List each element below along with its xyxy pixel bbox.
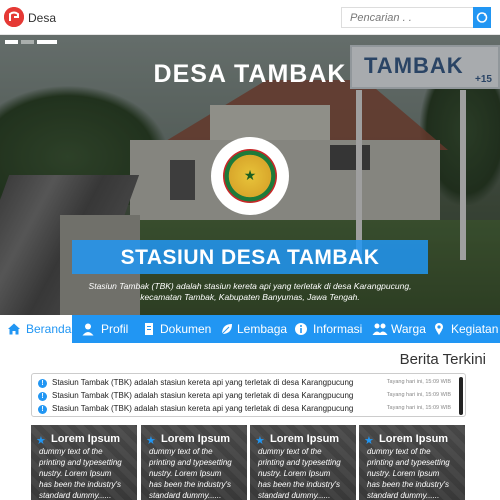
news-time: Tayang hari ini, 15:09 WIB — [386, 379, 451, 385]
top-bar: Desa — [0, 0, 500, 35]
nav-label: Dokumen — [160, 322, 212, 336]
main-nav: Beranda Profil Dokumen Lembaga Informasi… — [0, 315, 500, 343]
news-time: Tayang hari ini, 15:09 WIB — [386, 405, 451, 411]
nav-item-warga[interactable]: Warga — [366, 315, 426, 343]
hero-banner: TAMBAK +15 DESA TAMBAK ★ STASIUN DESA TA… — [0, 35, 500, 315]
article-card[interactable]: ★ Lorem Ipsum dummy text of the printing … — [359, 425, 465, 500]
nav-item-beranda[interactable]: Beranda — [0, 315, 72, 343]
article-card[interactable]: ★ Lorem Ipsum dummy text of the printing … — [250, 425, 356, 500]
nav-label: Beranda — [26, 322, 72, 336]
news-time: Tayang hari ini, 15:09 WIB — [386, 392, 451, 398]
slider-dot[interactable] — [37, 40, 57, 44]
card-title: Lorem Ipsum — [161, 433, 231, 445]
news-item[interactable]: ! Stasiun Tambak (TBK) adalah stasiun ke… — [32, 403, 457, 416]
refresh-icon — [476, 12, 488, 23]
card-excerpt: dummy text of the printing and typesettin… — [149, 447, 232, 500]
card-title: Lorem Ipsum — [270, 433, 340, 445]
nav-label: Warga — [391, 322, 426, 336]
news-list: ! Stasiun Tambak (TBK) adalah stasiun ke… — [31, 373, 466, 417]
nav-label: Kegiatan — [451, 322, 499, 336]
hero-caption-text: STASIUN DESA TAMBAK — [120, 246, 380, 269]
hero-title: DESA TAMBAK — [153, 60, 347, 88]
info-icon: ! — [38, 405, 47, 414]
info-icon: ! — [38, 392, 47, 401]
news-section-title: Berita Terkini — [399, 351, 486, 368]
info-icon: ! — [38, 379, 47, 388]
search-input[interactable] — [342, 8, 474, 27]
search-box — [341, 7, 491, 28]
village-emblem: ★ — [211, 137, 289, 215]
logo-icon[interactable] — [4, 7, 24, 27]
nav-item-profil[interactable]: Profil — [75, 315, 133, 343]
nav-label: Informasi — [313, 322, 363, 336]
news-item[interactable]: ! Stasiun Tambak (TBK) adalah stasiun ke… — [32, 390, 457, 403]
news-item[interactable]: ! Stasiun Tambak (TBK) adalah stasiun ke… — [32, 377, 457, 390]
nav-label: Lembaga — [237, 322, 288, 336]
home-icon — [8, 323, 20, 335]
slider-dot[interactable] — [21, 40, 34, 44]
user-icon — [82, 323, 94, 336]
hero-caption: STASIUN DESA TAMBAK — [72, 240, 428, 274]
news-text: Stasiun Tambak (TBK) adalah stasiun kere… — [52, 404, 354, 413]
pin-icon — [435, 323, 443, 335]
document-icon — [145, 323, 153, 335]
nav-item-kegiatan[interactable]: Kegiatan — [428, 315, 500, 343]
card-title: Lorem Ipsum — [51, 433, 121, 445]
hero-description-line: kecamatan Tambak, Kabupaten Banyumas, Ja… — [140, 292, 360, 302]
card-excerpt: dummy text of the printing and typesettin… — [39, 447, 122, 500]
emblem-icon: ★ — [223, 149, 277, 203]
nav-item-dokumen[interactable]: Dokumen — [136, 315, 212, 343]
nav-label: Profil — [101, 322, 129, 336]
info-icon — [295, 323, 307, 335]
article-card[interactable]: ★ Lorem Ipsum dummy text of the printing … — [141, 425, 247, 500]
card-title: Lorem Ipsum — [379, 433, 449, 445]
article-card[interactable]: ★ Lorem Ipsum dummy text of the printing … — [31, 425, 137, 500]
card-excerpt: dummy text of the printing and typesettin… — [367, 447, 450, 500]
nav-item-informasi[interactable]: Informasi — [288, 315, 363, 343]
slider-dot[interactable] — [5, 40, 18, 44]
nav-item-lembaga[interactable]: Lembaga — [214, 315, 288, 343]
hero-description: Stasiun Tambak (TBK) adalah stasiun kere… — [60, 281, 440, 303]
hero-description-line: Stasiun Tambak (TBK) adalah stasiun kere… — [88, 281, 412, 291]
card-excerpt: dummy text of the printing and typesettin… — [258, 447, 341, 500]
leaf-icon — [221, 324, 232, 335]
users-icon — [372, 323, 388, 335]
brand-name[interactable]: Desa — [28, 11, 56, 25]
news-text: Stasiun Tambak (TBK) adalah stasiun kere… — [52, 391, 354, 400]
news-scrollbar[interactable] — [459, 377, 463, 415]
news-text: Stasiun Tambak (TBK) adalah stasiun kere… — [52, 378, 354, 387]
search-button[interactable] — [473, 7, 491, 28]
